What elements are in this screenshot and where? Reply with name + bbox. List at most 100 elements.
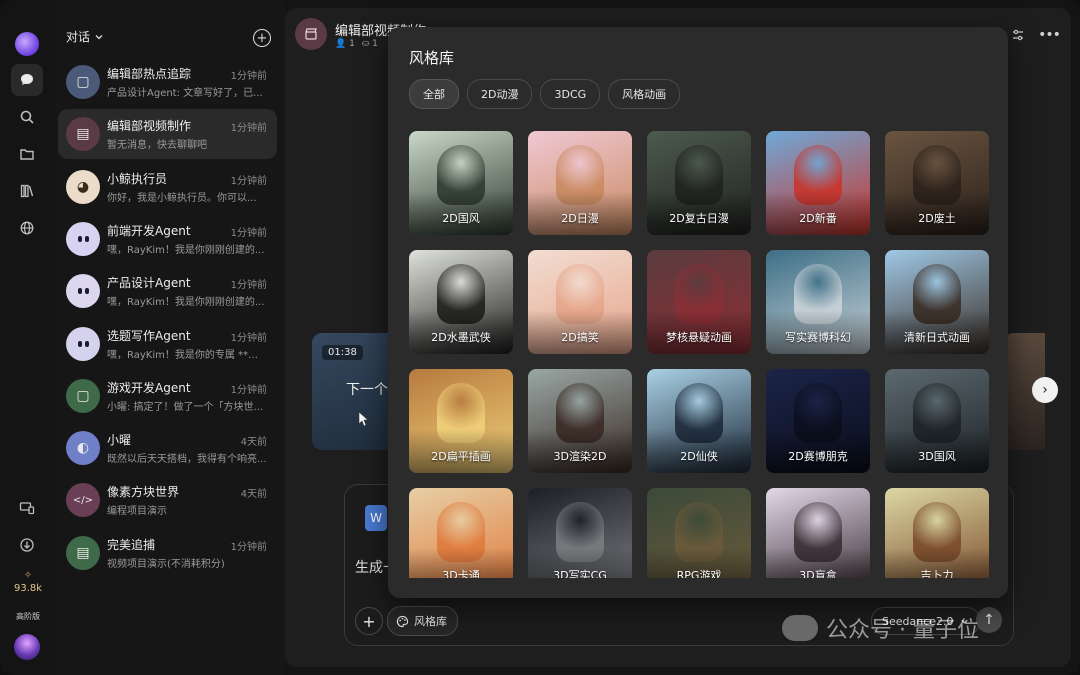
conversation-preview: 嘿，RayKim！我是你刚刚创建的...: [107, 244, 265, 256]
conversation-name: 小鲸执行员: [107, 171, 168, 186]
conversation-item[interactable]: 选题写作Agent 1分钟前 嘿，RayKim！我是你的专属 **自...: [58, 319, 277, 369]
credits-display[interactable]: ✧ 93.8k: [0, 570, 56, 594]
channel-meta: 👤 1 ⛀ 1: [335, 39, 378, 49]
conversation-avatar: [66, 221, 100, 256]
conversation-item[interactable]: 前端开发Agent 1分钟前嘿，RayKim！我是你刚刚创建的...: [58, 214, 277, 264]
style-card[interactable]: 2D日漫: [528, 131, 632, 235]
style-card-label: 清新日式动画: [904, 331, 970, 344]
conversation-name: 前端开发Agent: [107, 223, 191, 238]
conversation-preview: 嘿，RayKim！我是你刚刚创建的...: [107, 297, 265, 309]
conversation-item[interactable]: ◕ 小鲸执行员 1分钟前 你好，我是小鲸执行员。你可以...: [58, 162, 277, 212]
conversation-avatar: ▢: [66, 378, 100, 413]
style-card[interactable]: 3D盲盒: [766, 488, 870, 578]
conversation-list: 对话 + ▢ 编辑部热点追踪 1分钟前 产品设计Agent: 文章写好了，已... ▤ 编…: [56, 0, 285, 675]
style-card-label: 2D复古日漫: [669, 212, 729, 225]
style-card[interactable]: 3D卡通: [409, 488, 513, 578]
style-card-label: 2D赛博朋克: [788, 450, 848, 463]
style-card-label: 写实赛博科幻: [785, 331, 851, 344]
devices-nav-button[interactable]: [11, 492, 43, 524]
chat-icon: ▢: [76, 74, 90, 90]
style-card[interactable]: 2D水墨武侠: [409, 250, 513, 354]
folder-nav-button[interactable]: [11, 138, 43, 170]
whale-icon: ◕: [76, 178, 90, 195]
chat-icon: ▢: [76, 387, 90, 404]
style-card-label: 3D卡通: [442, 569, 480, 578]
conversation-name: 编辑部热点追踪: [107, 67, 192, 81]
library-icon: [20, 184, 34, 198]
conversation-time: 1分钟前: [230, 175, 267, 187]
agent-face-icon: [77, 235, 89, 242]
style-tab[interactable]: 3DCG: [540, 79, 601, 109]
more-options-button[interactable]: •••: [1038, 26, 1061, 44]
word-document-icon[interactable]: W: [365, 505, 387, 531]
conversation-filter-dropdown[interactable]: 对话: [66, 28, 104, 45]
style-card[interactable]: 2D赛博朋克: [766, 369, 870, 473]
conversation-preview: 小曜: 搞定了！做了一个「方块世...: [107, 401, 264, 413]
conversation-avatar: ▢: [66, 65, 100, 99]
conversation-avatar: ▤: [66, 117, 100, 152]
conversation-item[interactable]: ▢ 编辑部热点追踪 1分钟前 产品设计Agent: 文章写好了，已...: [58, 57, 277, 107]
style-library-button-label: 风格库: [414, 615, 447, 628]
plus-icon: +: [362, 611, 376, 631]
style-library-button[interactable]: 风格库: [387, 606, 458, 636]
globe-icon: [20, 221, 34, 235]
style-card[interactable]: 2D仙侠: [647, 369, 751, 473]
members-icon: 👤: [335, 39, 347, 49]
watermark-text: 公众号 · 量子位: [826, 618, 979, 643]
download-nav-button[interactable]: [11, 529, 43, 561]
add-attachment-button[interactable]: +: [355, 607, 383, 635]
style-card[interactable]: 吉卜力: [885, 488, 989, 578]
style-card[interactable]: 2D扁平插画: [409, 369, 513, 473]
style-card[interactable]: 2D复古日漫: [647, 131, 751, 235]
cursor-icon: [358, 411, 369, 427]
planet-icon: ◐: [76, 440, 90, 457]
style-card[interactable]: RPG游戏: [647, 488, 751, 578]
style-card[interactable]: 梦核悬疑动画: [647, 250, 751, 354]
search-nav-button[interactable]: [11, 101, 43, 133]
next-video-button[interactable]: ›: [1032, 377, 1058, 403]
conversation-item[interactable]: ◐ 小曜 4天前 既然以后天天搭档，我得有个响亮...: [58, 423, 277, 473]
conversation-item[interactable]: ▤ 完美追捕 1分钟前 视频项目演示(不消耗积分): [58, 528, 277, 578]
style-tabs: 全部 2D动漫 3DCG 风格动画: [409, 79, 681, 109]
sliders-icon: [1013, 29, 1023, 41]
style-card[interactable]: 2D废土: [885, 131, 989, 235]
style-card-label: 3D渲染2D: [553, 450, 607, 463]
conversation-name: 像素方块世界: [107, 485, 180, 500]
new-conversation-button[interactable]: +: [253, 29, 271, 47]
conversation-preview: 暂无消息，快去聊聊吧: [107, 140, 207, 152]
style-card[interactable]: 2D国风: [409, 131, 513, 235]
more-dots-icon: •••: [1038, 27, 1061, 43]
style-card-label: 2D仙侠: [680, 450, 718, 463]
style-card[interactable]: 2D新番: [766, 131, 870, 235]
palette-icon: [396, 615, 409, 627]
chat-nav-button[interactable]: [11, 64, 43, 96]
style-tab[interactable]: 2D动漫: [467, 79, 533, 109]
conversation-time: 1分钟前: [230, 227, 267, 239]
conversation-preview: 视频项目演示(不消耗积分): [107, 558, 225, 570]
style-card[interactable]: 3D渲染2D: [528, 369, 632, 473]
style-card-label: 3D写实CG: [553, 569, 607, 578]
style-card-label: 3D国风: [918, 450, 956, 463]
agent-face-icon: [77, 340, 89, 347]
style-card[interactable]: 清新日式动画: [885, 250, 989, 354]
style-tab[interactable]: 风格动画: [608, 79, 681, 109]
globe-nav-button[interactable]: [11, 212, 43, 244]
style-card[interactable]: 3D国风: [885, 369, 989, 473]
settings-sliders-button[interactable]: [1009, 26, 1027, 44]
send-button[interactable]: ↑: [976, 607, 1002, 633]
style-card[interactable]: 写实赛博科幻: [766, 250, 870, 354]
library-nav-button[interactable]: [11, 175, 43, 207]
style-card[interactable]: 3D写实CG: [528, 488, 632, 578]
conversation-time: 4天前: [240, 437, 267, 449]
style-card-label: 2D新番: [799, 212, 837, 225]
style-tab[interactable]: 全部: [409, 79, 459, 109]
conversation-item[interactable]: ▢ 游戏开发Agent 1分钟前 小曜: 搞定了！做了一个「方块世...: [58, 371, 277, 421]
user-avatar[interactable]: [14, 634, 40, 660]
conversation-item[interactable]: 产品设计Agent 1分钟前 嘿，RayKim！我是你刚刚创建的...: [58, 266, 277, 316]
style-card[interactable]: 2D搞笑: [528, 250, 632, 354]
app-logo[interactable]: [15, 32, 39, 56]
conversation-item[interactable]: </> 像素方块世界 4天前 编程项目演示: [58, 475, 277, 525]
agent-icon: ⛀: [361, 39, 370, 49]
conversation-item[interactable]: ▤ 编辑部视频制作 1分钟前 暂无消息，快去聊聊吧: [58, 109, 277, 160]
conversation-avatar: ▤: [66, 535, 100, 570]
